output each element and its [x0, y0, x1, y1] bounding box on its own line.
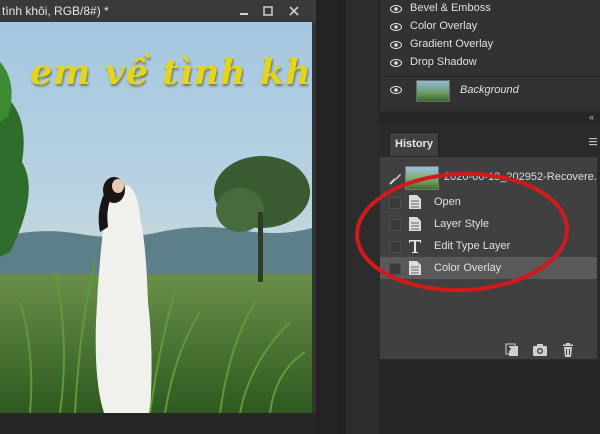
collapse-panel-button[interactable]: « [589, 112, 594, 122]
layer-effect-row[interactable]: Gradient Overlay [380, 36, 600, 54]
history-state-open[interactable]: Open [380, 191, 600, 213]
document-title: tình khôi, RGB/8#) * [2, 4, 109, 18]
panel-seam [339, 0, 341, 434]
document-icon [409, 217, 421, 231]
canvas-type-layer[interactable]: em về tình khôi [30, 52, 312, 93]
effect-label: Gradient Overlay [410, 38, 494, 50]
history-state-label: Edit Type Layer [434, 240, 511, 252]
history-state-color-overlay[interactable]: Color Overlay [380, 257, 600, 279]
effect-label: Bevel & Emboss [410, 2, 491, 14]
right-panel-dock: Bevel & Emboss Color Overlay Gradient Ov… [346, 0, 600, 434]
history-list: 2020-06-18_202952-Recovere... Open Layer… [379, 156, 600, 360]
history-state-edit-type-layer[interactable]: Edit Type Layer [380, 235, 600, 257]
layer-thumbnail [416, 80, 450, 102]
history-footer-toolbar [380, 341, 600, 361]
panel-menu-icon[interactable] [589, 138, 597, 146]
camera-snapshot-icon[interactable] [532, 343, 548, 357]
new-document-from-state-icon[interactable] [504, 343, 520, 357]
minimize-button[interactable] [232, 2, 256, 20]
effect-label: Drop Shadow [410, 56, 477, 68]
effect-label: Color Overlay [410, 20, 478, 32]
history-tab-bar: History [379, 124, 600, 157]
close-button[interactable] [282, 2, 306, 20]
document-icon [409, 261, 421, 275]
layer-effect-row[interactable]: Drop Shadow [380, 54, 600, 72]
close-icon [289, 6, 299, 16]
maximize-button[interactable] [256, 2, 280, 20]
type-tool-icon [409, 240, 421, 253]
snapshot-thumbnail [405, 166, 439, 190]
history-panel-header: « [379, 112, 600, 124]
eye-icon[interactable] [390, 3, 402, 15]
eye-icon[interactable] [390, 57, 402, 69]
layers-panel: Bevel & Emboss Color Overlay Gradient Ov… [379, 0, 600, 110]
eye-icon[interactable] [390, 39, 402, 51]
maximize-icon [263, 6, 273, 16]
history-brush-source-box[interactable] [389, 263, 401, 275]
image-canvas[interactable]: em về tình khôi [0, 22, 312, 413]
document-titlebar[interactable]: tình khôi, RGB/8#) * [0, 0, 316, 23]
layer-effect-row[interactable]: Color Overlay [380, 18, 600, 36]
history-brush-icon[interactable] [388, 172, 402, 186]
document-icon [409, 195, 421, 209]
history-state-label: Layer Style [434, 218, 490, 230]
layer-effect-row[interactable]: Bevel & Emboss [380, 0, 600, 18]
eye-icon[interactable] [390, 84, 402, 96]
history-state-label: Open [434, 196, 461, 208]
panel-empty-area [379, 360, 600, 434]
history-state-layer-style[interactable]: Layer Style [380, 213, 600, 235]
history-state-label: Color Overlay [434, 262, 502, 274]
snapshot-label: 2020-06-18_202952-Recovere... [444, 171, 600, 183]
minimize-icon [240, 13, 248, 15]
trash-icon[interactable] [560, 343, 576, 357]
history-brush-source-box[interactable] [389, 241, 401, 253]
history-snapshot[interactable]: 2020-06-18_202952-Recovere... [380, 163, 600, 193]
eye-icon[interactable] [390, 21, 402, 33]
background-layer-label: Background [460, 84, 519, 96]
background-layer-row[interactable]: Background [380, 76, 600, 103]
workspace-gap [316, 0, 346, 434]
document-status-area [0, 413, 316, 434]
tab-history[interactable]: History [389, 132, 439, 157]
history-brush-source-box[interactable] [389, 219, 401, 231]
document-window: tình khôi, RGB/8#) * em về tình kh [0, 0, 316, 434]
history-brush-source-box[interactable] [389, 197, 401, 209]
